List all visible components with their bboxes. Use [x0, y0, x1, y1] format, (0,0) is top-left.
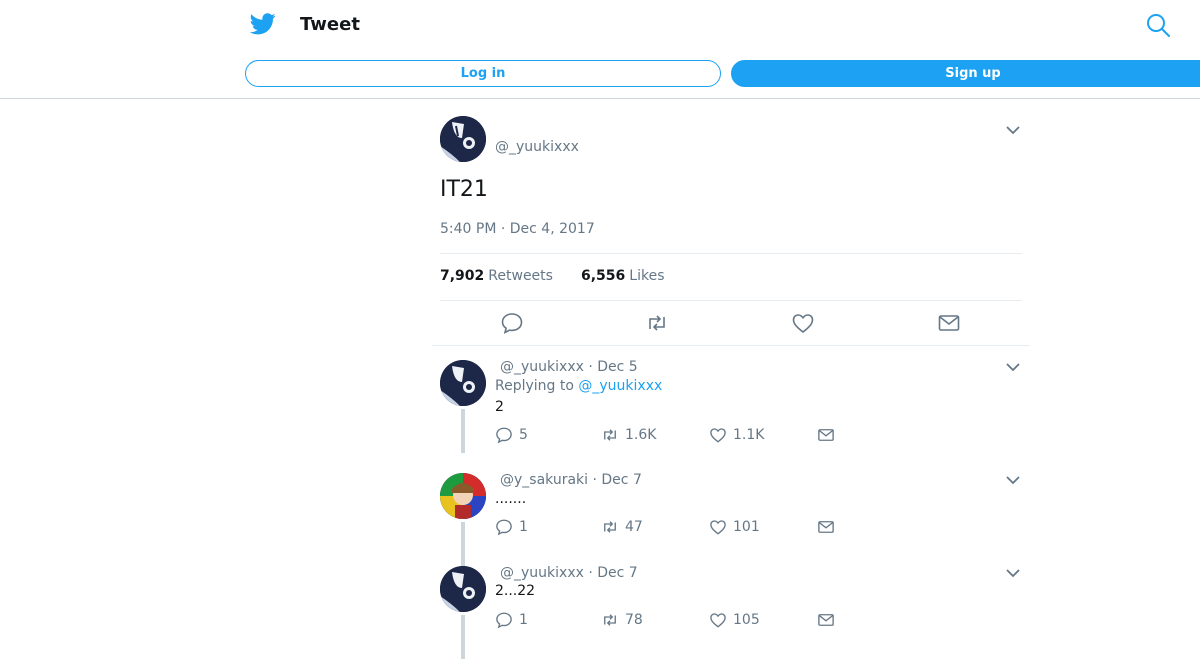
like-action[interactable]: 101 [709, 518, 760, 536]
reply-count: 1 [519, 612, 528, 628]
log-in-button[interactable]: Log in [245, 60, 721, 87]
reply-icon [496, 519, 512, 536]
retweets-count: 7,902 [440, 268, 485, 284]
reply-date[interactable]: Dec 7 [597, 565, 637, 581]
reply-meta: @_yuukixxx · Dec 5 [500, 359, 638, 375]
replying-to-prefix: Replying to [495, 378, 574, 394]
message-action[interactable] [817, 611, 841, 629]
reply-date[interactable]: Dec 5 [597, 359, 637, 375]
reply-tweet[interactable]: @y_sakuraki · Dec 7 ....... 1 47 101 [440, 472, 1030, 566]
tweet-text: IT21 [440, 177, 488, 202]
avatar[interactable] [440, 473, 486, 519]
like-icon [710, 428, 726, 443]
like-icon[interactable] [791, 311, 815, 335]
reply-count: 1 [519, 519, 528, 535]
reply-icon [496, 612, 512, 629]
like-icon [710, 520, 726, 535]
retweets-stat[interactable]: 7,902 Retweets [440, 268, 553, 284]
retweets-label: Retweets [488, 268, 553, 284]
reply-meta: @y_sakuraki · Dec 7 [500, 472, 642, 488]
thread-line [461, 522, 465, 566]
message-action[interactable] [817, 426, 841, 444]
retweet-icon [604, 521, 616, 533]
reply-tweet[interactable]: @_yuukixxx · Dec 7 2...22 1 78 105 [440, 565, 1030, 659]
reply-count: 5 [519, 427, 528, 443]
likes-label: Likes [629, 268, 665, 284]
tweet-stats: 7,902 Retweets 6,556 Likes [440, 253, 1022, 301]
like-count: 1.1K [733, 427, 765, 443]
chevron-down-icon[interactable] [1005, 361, 1021, 373]
page-title: Tweet [300, 14, 360, 35]
search-icon[interactable] [1145, 12, 1171, 38]
message-icon [818, 614, 834, 626]
likes-count: 6,556 [581, 268, 626, 284]
tweet-timestamp[interactable]: 5:40 PM · Dec 4, 2017 [440, 221, 595, 237]
chevron-down-icon[interactable] [1005, 474, 1021, 486]
thread-line [461, 409, 465, 453]
reply-meta: @_yuukixxx · Dec 7 [500, 565, 638, 581]
reply-text: 2...22 [495, 583, 536, 599]
tweet-actions [432, 299, 1030, 346]
reply-icon[interactable] [500, 311, 524, 335]
message-icon [818, 521, 834, 533]
reply-handle[interactable]: @_yuukixxx [500, 359, 584, 375]
reply-handle[interactable]: @y_sakuraki [500, 472, 588, 488]
top-bar: Tweet Log in Sign up [0, 0, 1200, 99]
retweet-icon[interactable] [645, 311, 669, 335]
avatar[interactable] [440, 566, 486, 612]
chevron-down-icon[interactable] [1005, 124, 1021, 136]
retweet-action[interactable]: 78 [601, 611, 643, 629]
reply-tweet[interactable]: @_yuukixxx · Dec 5 Replying to @_yuukixx… [440, 359, 1030, 453]
twitter-bird-icon[interactable] [250, 12, 276, 36]
avatar-image [440, 360, 486, 406]
retweet-action[interactable]: 1.6K [601, 426, 656, 444]
reply-action[interactable]: 5 [495, 426, 528, 444]
replying-to-link[interactable]: @_yuukixxx [578, 378, 662, 394]
avatar-image [440, 473, 486, 519]
likes-stat[interactable]: 6,556 Likes [581, 268, 665, 284]
like-action[interactable]: 105 [709, 611, 760, 629]
thread-line [461, 615, 465, 659]
tweet-handle[interactable]: @_yuukixxx [495, 139, 579, 155]
avatar[interactable] [440, 116, 486, 162]
avatar-image [440, 566, 486, 612]
replying-to: Replying to @_yuukixxx [495, 378, 662, 394]
like-count: 101 [733, 519, 760, 535]
retweet-action[interactable]: 47 [601, 518, 643, 536]
reply-text: 2 [495, 399, 504, 415]
reply-action[interactable]: 1 [495, 611, 528, 629]
message-icon [818, 429, 834, 441]
reply-icon [496, 427, 512, 444]
avatar-image [440, 116, 486, 162]
chevron-down-icon[interactable] [1005, 567, 1021, 579]
sign-up-button[interactable]: Sign up [731, 60, 1200, 87]
retweet-count: 47 [625, 519, 643, 535]
reply-date[interactable]: Dec 7 [601, 472, 641, 488]
like-count: 105 [733, 612, 760, 628]
reply-action[interactable]: 1 [495, 518, 528, 536]
retweet-count: 78 [625, 612, 643, 628]
reply-text: ....... [495, 491, 527, 507]
like-icon [710, 613, 726, 628]
retweet-icon [604, 429, 616, 441]
message-action[interactable] [817, 518, 841, 536]
avatar[interactable] [440, 360, 486, 406]
message-icon[interactable] [937, 311, 961, 335]
like-action[interactable]: 1.1K [709, 426, 764, 444]
retweet-icon [604, 614, 616, 626]
reply-handle[interactable]: @_yuukixxx [500, 565, 584, 581]
retweet-count: 1.6K [625, 427, 657, 443]
